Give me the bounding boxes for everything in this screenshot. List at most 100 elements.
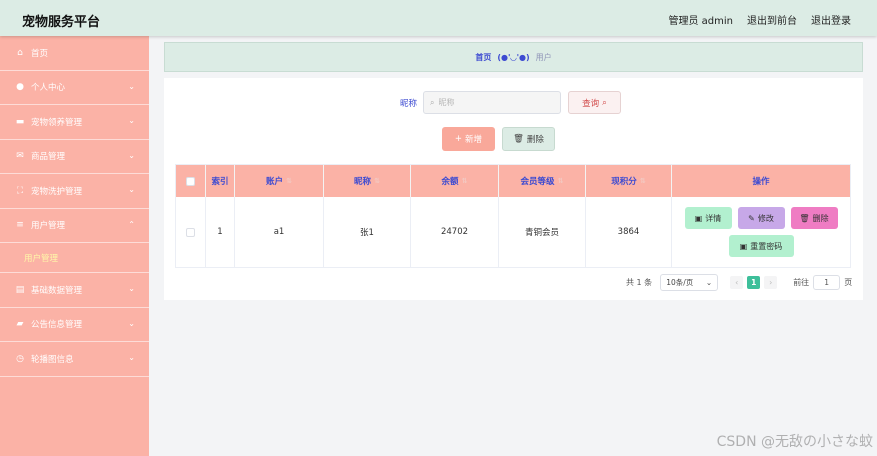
ticket-icon: ▰ (16, 319, 24, 330)
prev-page-button[interactable]: ‹ (730, 276, 744, 289)
sidebar-item-pet-grooming[interactable]: ⛶ 宠物洗护管理 ⌄ (0, 174, 149, 209)
batch-delete-button[interactable]: 🗑 删除 (502, 127, 555, 151)
document-icon: ▣ (739, 241, 748, 251)
pagination: 共 1 条 10条/页 ⌄ ‹ 1 › 前往 1 页 (626, 274, 852, 291)
sidebar-item-carousel[interactable]: ◷ 轮播图信息 ⌄ (0, 342, 149, 377)
page-number-current[interactable]: 1 (747, 276, 761, 289)
pagination-total: 共 1 条 (626, 278, 653, 287)
scan-icon: ⛶ (16, 185, 24, 196)
chevron-down-icon: ⌄ (128, 185, 135, 194)
add-button-label: 新增 (465, 135, 483, 145)
sort-icon: ⇅ (639, 177, 646, 185)
row-select-cell (176, 197, 206, 267)
app-title: 宠物服务平台 (22, 15, 101, 30)
chevron-down-icon: ⌄ (128, 116, 135, 125)
breadcrumb: 首页 (●'◡'●) 用户 (164, 42, 863, 72)
user-icon: ● (16, 82, 24, 93)
chevron-down-icon: ⌄ (128, 353, 135, 362)
sidebar-item-label: 用户管理 (31, 221, 66, 232)
column-header-index: 索引 (206, 165, 235, 197)
breadcrumb-home[interactable]: 首页 (475, 52, 491, 63)
sidebar-item-pet-adoption[interactable]: ▬ 宠物领养管理 ⌄ (0, 105, 149, 140)
column-header-nickname[interactable]: 昵称 ⇅ (324, 165, 411, 197)
cell-member-level: 青铜会员 (499, 197, 586, 267)
sidebar-item-label: 商品管理 (31, 152, 66, 163)
cell-account: a1 (235, 197, 324, 267)
actions-row: ▣ 详情 ✎ 修改 🗑 删除 (684, 207, 838, 229)
query-button-label: 查询 (582, 98, 600, 109)
briefcase-icon: ▬ (15, 116, 25, 127)
page-size-select[interactable]: 10条/页 ⌄ (660, 274, 719, 291)
goto-page-input[interactable]: 1 (813, 275, 841, 290)
users-table: 索引 账户 ⇅ 昵称 ⇅ 余额 ⇅ 会员等级 ⇅ 现积分 ⇅ 操作 1 a1 张… (175, 164, 851, 268)
cell-balance: 24702 (411, 197, 499, 267)
sidebar-item-users[interactable]: ≡ 用户管理 ⌃ (0, 209, 149, 243)
top-bar: 宠物服务平台 管理员 admin 退出到前台 退出登录 (0, 0, 877, 36)
detail-button[interactable]: ▣ 详情 (684, 207, 732, 229)
column-header-member-level[interactable]: 会员等级 ⇅ (499, 165, 586, 197)
plus-icon: + (454, 134, 463, 144)
mail-icon: ✉ (16, 151, 24, 162)
sidebar-item-personal-center[interactable]: ● 个人中心 ⌄ (0, 71, 149, 105)
document-icon: ▣ (694, 213, 703, 223)
sidebar-item-home[interactable]: ⌂ 首页 (0, 36, 149, 71)
sidebar: ⌂ 首页 ● 个人中心 ⌄ ▬ 宠物领养管理 ⌄ ✉ 商品管理 ⌄ ⛶ 宠物洗护… (0, 36, 149, 456)
chevron-down-icon: ⌄ (128, 318, 135, 328)
add-button[interactable]: + 新增 (442, 127, 495, 151)
next-page-button[interactable]: › (764, 276, 778, 289)
top-right-links: 管理员 admin 退出到前台 退出登录 (668, 12, 851, 27)
sort-icon: ⇅ (557, 177, 564, 185)
column-header-points[interactable]: 现积分 ⇅ (586, 165, 672, 197)
logout-link[interactable]: 退出登录 (811, 12, 851, 27)
sidebar-item-notices[interactable]: ▰ 公告信息管理 ⌄ (0, 308, 149, 342)
cell-index: 1 (206, 197, 235, 267)
reset-password-button[interactable]: ▣ 重置密码 (728, 235, 794, 257)
query-button[interactable]: 查询 ⌕ (568, 91, 622, 114)
sliders-icon: ≡ (16, 220, 24, 231)
home-icon: ⌂ (17, 47, 23, 58)
edit-button[interactable]: ✎ 修改 (737, 207, 785, 229)
watermark: CSDN @无敌の小さな蚊 (716, 434, 873, 450)
sidebar-item-label: 首页 (31, 48, 49, 59)
admin-label: 管理员 admin (668, 16, 733, 27)
sidebar-item-label: 轮播图信息 (31, 354, 74, 365)
search-icon: ⌕ (430, 97, 435, 107)
table-row: 1 a1 张1 24702 青铜会员 3864 ▣ 详情 ✎ 修改 🗑 删除 ▣… (176, 197, 850, 267)
chevron-down-icon: ⌄ (128, 284, 135, 293)
chevron-down-icon: ⌄ (705, 278, 713, 287)
cell-points: 3864 (586, 197, 672, 267)
sidebar-item-goods[interactable]: ✉ 商品管理 ⌄ (0, 140, 149, 174)
sidebar-item-label: 宠物洗护管理 (31, 186, 83, 197)
sidebar-subitem-user-management[interactable]: 用户管理 (0, 243, 149, 273)
delete-row-button[interactable]: 🗑 删除 (790, 207, 838, 229)
chevron-up-icon: ⌃ (128, 219, 135, 229)
column-header-account[interactable]: 账户 ⇅ (235, 165, 324, 197)
chevron-down-icon: ⌄ (128, 81, 135, 91)
search-label: 昵称 (400, 98, 418, 109)
clock-icon: ◷ (16, 353, 24, 364)
select-all-checkbox[interactable] (186, 176, 195, 186)
sidebar-item-label: 宠物领养管理 (31, 117, 83, 128)
trash-icon: 🗑 (799, 213, 810, 223)
column-header-actions: 操作 (752, 177, 770, 187)
sort-icon: ⇅ (286, 177, 292, 185)
clipboard-icon: ▤ (15, 284, 25, 295)
search-icon: ⌕ (602, 97, 607, 108)
trash-icon: 🗑 (513, 134, 524, 144)
row-checkbox[interactable] (186, 227, 195, 237)
sidebar-item-label: 个人中心 (31, 83, 66, 94)
breadcrumb-current: 用户 (535, 52, 552, 62)
column-header-balance[interactable]: 余额 ⇅ (411, 165, 499, 197)
search-placeholder: 昵称 (438, 98, 455, 107)
sidebar-item-basic-data[interactable]: ▤ 基础数据管理 ⌄ (0, 273, 149, 308)
main-panel: 昵称 ⌕ 昵称 查询 ⌕ + 新增 🗑 删除 索引 账户 ⇅ 昵称 ⇅ 余额 ⇅… (164, 78, 863, 300)
back-to-front-link[interactable]: 退出到前台 (747, 12, 797, 27)
sort-icon: ⇅ (461, 177, 468, 185)
search-input[interactable]: ⌕ 昵称 (423, 91, 562, 114)
delete-button-label: 删除 (526, 135, 544, 145)
table-header: 索引 账户 ⇅ 昵称 ⇅ 余额 ⇅ 会员等级 ⇅ 现积分 ⇅ 操作 (176, 165, 850, 197)
chevron-down-icon: ⌄ (128, 150, 135, 160)
select-all-cell (176, 165, 206, 197)
pencil-icon: ✎ (748, 213, 755, 223)
cell-nickname: 张1 (324, 197, 411, 267)
